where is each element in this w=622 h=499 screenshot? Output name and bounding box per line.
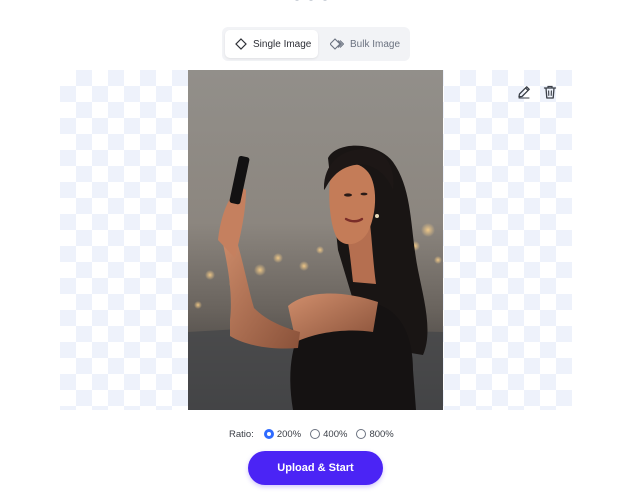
single-image-label: Single Image [253,38,312,50]
trash-icon[interactable] [542,84,558,100]
single-image-tab[interactable]: Single Image [225,30,318,58]
radio-selected-icon[interactable] [263,429,274,439]
bulk-image-tab[interactable]: Bulk Image [320,30,406,58]
ratio-option-800[interactable]: 800% [356,428,394,440]
ratio-selector: Ratio: 200% 400% 800% [229,426,394,442]
image-preview [60,70,572,410]
ratio-option-label: 400% [323,428,348,440]
edit-icon[interactable] [516,84,532,100]
truncated-subtitle-line [0,0,622,3]
radio-icon[interactable] [310,429,321,439]
stacked-diamonds-icon [330,38,344,50]
ratio-option-label: 800% [369,428,394,440]
ratio-label: Ratio: [229,428,254,440]
ratio-option-200[interactable]: 200% [263,428,302,440]
ratio-option-400[interactable]: 400% [310,429,347,440]
photo-illustration [188,70,443,410]
ratio-option-label: 200% [276,428,302,440]
diamond-icon [235,38,247,50]
uploaded-photo [188,70,443,410]
radio-icon[interactable] [356,429,367,439]
mode-switch: Single Image Bulk Image [222,27,410,61]
bulk-image-label: Bulk Image [350,38,401,50]
upload-start-button[interactable]: Upload & Start [248,451,383,485]
